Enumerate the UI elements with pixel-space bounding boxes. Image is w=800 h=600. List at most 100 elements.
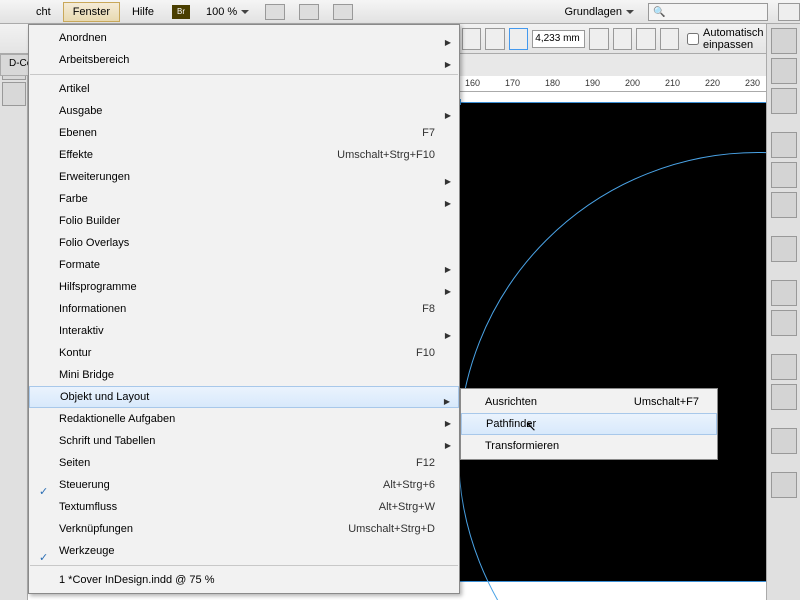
- table-panel-icon[interactable]: [771, 428, 797, 454]
- ruler-mark: 210: [665, 78, 680, 88]
- submenu-item[interactable]: Transformieren: [461, 435, 717, 457]
- objekt-layout-submenu: AusrichtenUmschalt+F7 Pathfinder Transform…: [460, 388, 718, 460]
- menu-shortcut: F7: [422, 127, 435, 139]
- menu-item[interactable]: Redaktionelle Aufgaben: [29, 408, 459, 430]
- menu-item-label: Seiten: [59, 457, 416, 469]
- window-minimize-button[interactable]: [778, 3, 800, 21]
- links-panel-icon[interactable]: [771, 88, 797, 114]
- menu-item[interactable]: VerknüpfungenUmschalt+Strg+D: [29, 518, 459, 540]
- menu-item[interactable]: Werkzeuge: [29, 540, 459, 562]
- dropdown-icon: [241, 10, 249, 14]
- menu-item-label: Anordnen: [59, 32, 435, 44]
- submenu-item-label: Pathfinder: [486, 418, 698, 430]
- object-styles-panel-icon[interactable]: [771, 384, 797, 410]
- search-icon: [653, 6, 665, 18]
- menu-item-label: Folio Builder: [59, 215, 435, 227]
- menu-item[interactable]: Ausgabe: [29, 100, 459, 122]
- zoom-control[interactable]: 100 %: [206, 6, 249, 18]
- menu-item[interactable]: KonturF10: [29, 342, 459, 364]
- right-panel-dock: [766, 24, 800, 600]
- color-panel-icon[interactable]: [771, 162, 797, 188]
- ruler-mark: 200: [625, 78, 640, 88]
- menu-item[interactable]: EbenenF7: [29, 122, 459, 144]
- menu-item[interactable]: SeitenF12: [29, 452, 459, 474]
- misc-panel-icon[interactable]: [771, 472, 797, 498]
- menu-item-label: Effekte: [59, 149, 337, 161]
- menu-item-label: Werkzeuge: [59, 545, 435, 557]
- glyphs-panel-icon[interactable]: [771, 310, 797, 336]
- fit-content-button[interactable]: [589, 28, 608, 50]
- menu-item[interactable]: Anordnen: [29, 27, 459, 49]
- align-button[interactable]: [485, 28, 504, 50]
- menu-item[interactable]: Farbe: [29, 188, 459, 210]
- zoom-label: 100 %: [206, 6, 237, 18]
- menu-shortcut: Alt+Strg+W: [379, 501, 435, 513]
- fill-frame-button[interactable]: [660, 28, 679, 50]
- view-options-icon[interactable]: [299, 4, 319, 20]
- pages-panel-icon[interactable]: [771, 28, 797, 54]
- fit-frame-button[interactable]: [613, 28, 632, 50]
- menu-shortcut: Umschalt+Strg+F10: [337, 149, 435, 161]
- menu-item-label: 1 *Cover InDesign.indd @ 75 %: [59, 574, 435, 586]
- ruler-mark: 160: [465, 78, 480, 88]
- autofit-input[interactable]: [687, 33, 699, 45]
- paragraph-panel-icon[interactable]: [771, 280, 797, 306]
- menu-item[interactable]: cht: [26, 2, 61, 22]
- menu-item[interactable]: TextumflussAlt+Strg+W: [29, 496, 459, 518]
- menu-item-label: Textumfluss: [59, 501, 379, 513]
- menu-item-label: Verknüpfungen: [59, 523, 348, 535]
- dropdown-icon: [626, 10, 634, 14]
- screen-mode-icon[interactable]: [265, 4, 285, 20]
- menu-item-label: Steuerung: [59, 479, 383, 491]
- submenu-item-label: Ausrichten: [485, 396, 634, 408]
- stroke-panel-icon[interactable]: [771, 132, 797, 158]
- layers-panel-icon[interactable]: [771, 58, 797, 84]
- arrange-docs-icon[interactable]: [333, 4, 353, 20]
- workspace-switcher[interactable]: Grundlagen: [559, 4, 641, 20]
- frame-fit-button[interactable]: [509, 28, 528, 50]
- fenster-menu: Anordnen Arbeitsbereich Artikel Ausgabe Eben…: [28, 24, 460, 594]
- menu-item-label: Ausgabe: [59, 105, 435, 117]
- menu-item-label: Ebenen: [59, 127, 422, 139]
- menu-item-label: Kontur: [59, 347, 416, 359]
- menu-item[interactable]: Hilfsprogramme: [29, 276, 459, 298]
- menu-item[interactable]: EffekteUmschalt+Strg+F10: [29, 144, 459, 166]
- menu-item[interactable]: 1 *Cover InDesign.indd @ 75 %: [29, 569, 459, 591]
- ruler-mark: 190: [585, 78, 600, 88]
- swatches-panel-icon[interactable]: [771, 192, 797, 218]
- menu-item[interactable]: Erweiterungen: [29, 166, 459, 188]
- menu-item-label: Farbe: [59, 193, 435, 205]
- center-content-button[interactable]: [636, 28, 655, 50]
- submenu-item[interactable]: AusrichtenUmschalt+F7: [461, 391, 717, 413]
- menu-hilfe[interactable]: Hilfe: [122, 2, 164, 22]
- menu-item-label: Arbeitsbereich: [59, 54, 435, 66]
- effects-panel-icon[interactable]: [771, 354, 797, 380]
- menu-item[interactable]: Folio Builder: [29, 210, 459, 232]
- menu-item[interactable]: SteuerungAlt+Strg+6: [29, 474, 459, 496]
- menu-item[interactable]: Arbeitsbereich: [29, 49, 459, 71]
- menu-shortcut: F12: [416, 457, 435, 469]
- menu-item[interactable]: Mini Bridge: [29, 364, 459, 386]
- measurement-field[interactable]: 4,233 mm: [532, 30, 585, 48]
- bridge-icon[interactable]: Br: [172, 5, 190, 19]
- menu-item[interactable]: Artikel: [29, 78, 459, 100]
- workspace-label: Grundlagen: [565, 6, 623, 18]
- menu-item-label: Mini Bridge: [59, 369, 435, 381]
- menu-item-label: Interaktiv: [59, 325, 435, 337]
- menu-item[interactable]: InformationenF8: [29, 298, 459, 320]
- align-button[interactable]: [462, 28, 481, 50]
- menu-item[interactable]: Folio Overlays: [29, 232, 459, 254]
- menu-item[interactable]: Interaktiv: [29, 320, 459, 342]
- menu-fenster[interactable]: Fenster: [63, 2, 120, 22]
- menu-item[interactable]: Formate: [29, 254, 459, 276]
- menu-item-label: Objekt und Layout: [60, 391, 434, 403]
- menubar: cht Fenster Hilfe Br 100 % Grundlagen: [0, 0, 800, 24]
- menu-shortcut: F10: [416, 347, 435, 359]
- search-input[interactable]: [648, 3, 768, 21]
- menu-item-label: Hilfsprogramme: [59, 281, 435, 293]
- tool-icon[interactable]: [2, 82, 26, 106]
- menu-item[interactable]: Objekt und Layout: [29, 386, 459, 408]
- menu-item[interactable]: Schrift und Tabellen: [29, 430, 459, 452]
- submenu-item[interactable]: Pathfinder: [461, 413, 717, 435]
- character-panel-icon[interactable]: [771, 236, 797, 262]
